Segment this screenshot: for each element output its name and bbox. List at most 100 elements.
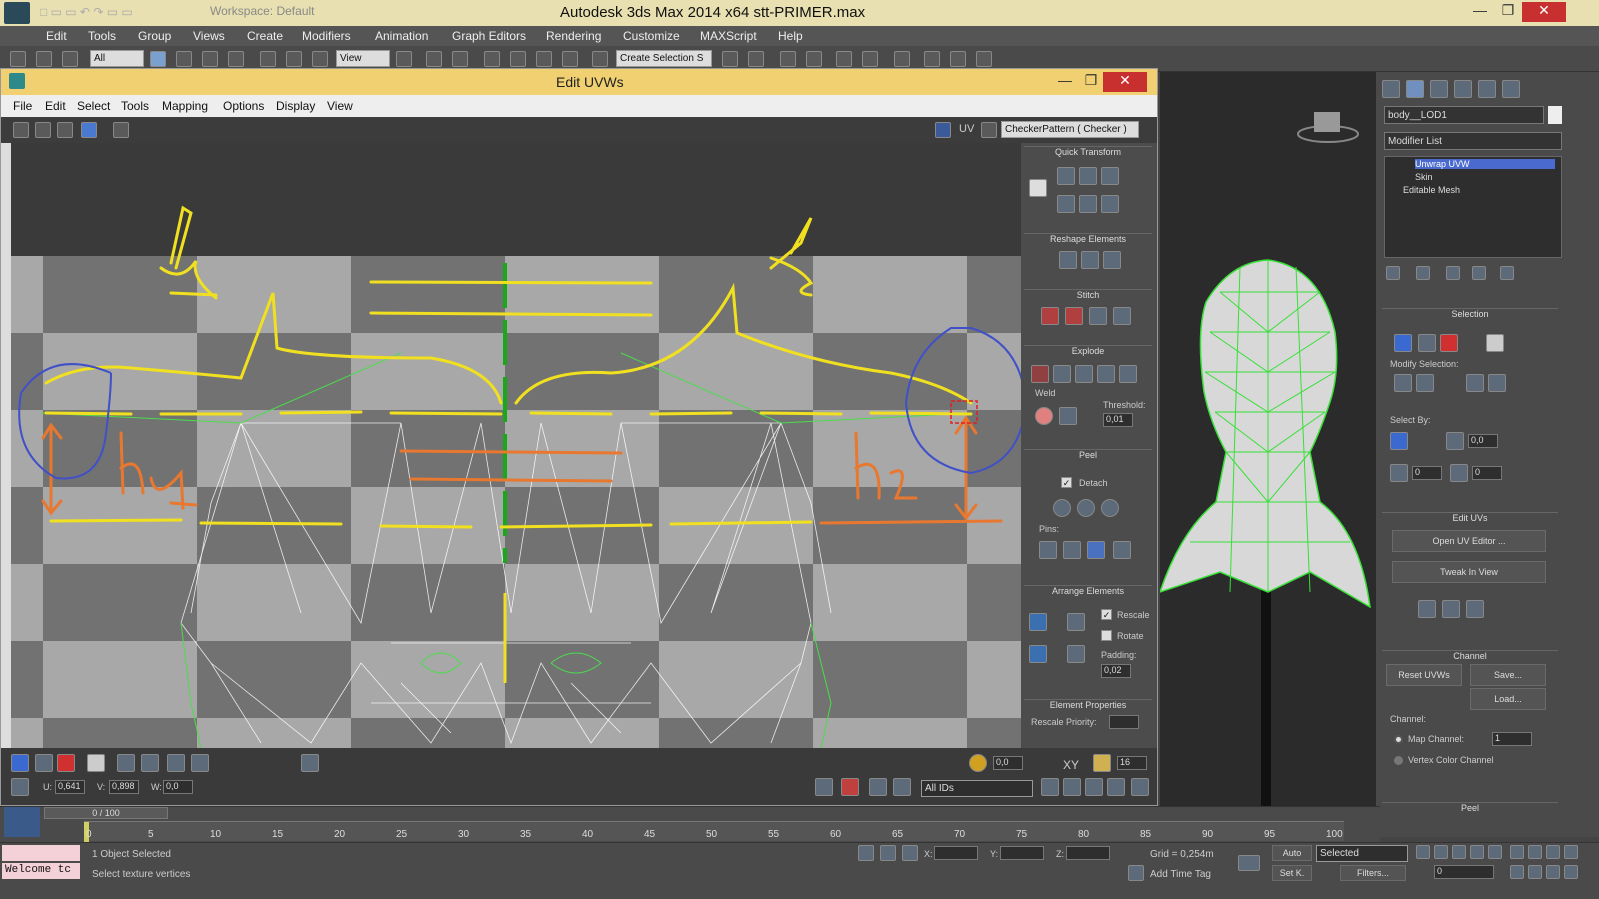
polygon-mode-button[interactable] [57, 754, 75, 772]
grid-snap-button[interactable] [1093, 754, 1111, 772]
element-subobject-button[interactable] [1486, 334, 1504, 352]
pin-selected-button[interactable] [1039, 541, 1057, 559]
show-end-result-icon[interactable] [1416, 266, 1430, 280]
map-channel-radio[interactable] [1394, 735, 1403, 744]
pelt-map-button[interactable] [1077, 499, 1095, 517]
maximize-viewport-icon[interactable] [1564, 865, 1578, 879]
quick-planar-align-icon[interactable] [1466, 600, 1484, 618]
load-uvw-button[interactable]: Load... [1470, 688, 1546, 710]
head-mesh[interactable] [1158, 259, 1371, 609]
straighten-selection-button[interactable] [1059, 251, 1077, 269]
menu-animation[interactable]: Animation [375, 29, 428, 43]
select-by-element-button[interactable] [1390, 432, 1408, 450]
quick-planar-axis-icon[interactable] [1442, 600, 1460, 618]
checker-pattern-dropdown[interactable]: CheckerPattern ( Checker ) [1001, 121, 1139, 138]
zoom-extents-icon[interactable] [1546, 845, 1560, 859]
maxscript-listener[interactable]: Welcome tc [2, 863, 80, 879]
uv-scale-icon[interactable] [57, 122, 73, 138]
play-icon[interactable] [1452, 845, 1466, 859]
set-key-button[interactable]: Set K. [1272, 865, 1312, 881]
weld-selected-button[interactable] [1059, 407, 1077, 425]
curve-editor-icon[interactable] [836, 51, 852, 67]
previous-frame-icon[interactable] [1434, 845, 1448, 859]
absolute-relative-icon[interactable] [902, 845, 918, 861]
select-by-material-button[interactable] [1390, 464, 1408, 482]
pan-view-icon[interactable] [1528, 865, 1542, 879]
auto-key-button[interactable]: Auto [1272, 845, 1312, 861]
rescale-checkbox[interactable]: ✓ [1101, 609, 1112, 620]
menu-edit[interactable]: Edit [46, 29, 67, 43]
set-pivot-button[interactable] [1029, 179, 1047, 197]
flatten-by-material-button[interactable] [1119, 365, 1137, 383]
angle-snap-icon[interactable] [510, 51, 526, 67]
stitch-settings-button[interactable] [1113, 307, 1131, 325]
zoom-all-icon[interactable] [1528, 845, 1542, 859]
rotate-checkbox[interactable] [1101, 630, 1112, 641]
break-button[interactable] [1031, 365, 1049, 383]
align-vertical-button[interactable] [1079, 167, 1097, 185]
vertex-color-channel-radio[interactable] [1394, 756, 1403, 765]
select-object-icon[interactable] [150, 51, 166, 67]
key-icon[interactable] [1238, 855, 1260, 871]
ring-button[interactable] [191, 754, 209, 772]
window-crossing-icon[interactable] [228, 51, 244, 67]
orbit-icon[interactable] [1546, 865, 1560, 879]
loop-button[interactable] [167, 754, 185, 772]
remove-modifier-icon[interactable] [1472, 266, 1486, 280]
select-by-smoothing-button[interactable] [1450, 464, 1468, 482]
uv-menu-select[interactable]: Select [77, 99, 110, 113]
next-frame-icon[interactable] [1470, 845, 1484, 859]
align-straight-button[interactable] [1057, 195, 1075, 213]
maxscript-mini-top[interactable] [2, 845, 80, 861]
loop-select-button[interactable] [1488, 374, 1506, 392]
go-to-start-icon[interactable] [1416, 845, 1430, 859]
mirror-icon[interactable] [722, 51, 738, 67]
target-weld-button[interactable] [1035, 407, 1053, 425]
modifier-list-dropdown[interactable]: Modifier List [1384, 132, 1562, 150]
uv-mirror-icon[interactable] [113, 122, 129, 138]
tweak-in-view-button[interactable]: Tweak In View [1392, 561, 1546, 583]
percent-snap-icon[interactable] [536, 51, 552, 67]
quick-planar-map-icon[interactable] [1418, 600, 1436, 618]
select-by-edge-angle-button[interactable] [1446, 432, 1464, 450]
selection-filter-dropdown[interactable]: All [90, 50, 144, 67]
reset-uvws-button[interactable]: Reset UVWs [1386, 664, 1462, 686]
material-editor-icon[interactable] [894, 51, 910, 67]
link-icon[interactable] [36, 51, 52, 67]
modify-tab-icon[interactable] [1406, 80, 1424, 98]
scale-icon[interactable] [312, 51, 328, 67]
go-to-end-icon[interactable] [1488, 845, 1502, 859]
y-coord-field[interactable] [1000, 846, 1044, 860]
detach-edge-verts-button[interactable] [1053, 365, 1071, 383]
edge-mode-button[interactable] [35, 754, 53, 772]
element-properties-rollout[interactable]: Element Properties [1024, 699, 1152, 713]
stitch-to-target-button[interactable] [1041, 307, 1059, 325]
save-uvw-button[interactable]: Save... [1470, 664, 1546, 686]
uv-freeform-icon[interactable] [81, 122, 97, 138]
layer-manager-icon[interactable] [780, 51, 796, 67]
menu-maxscript[interactable]: MAXScript [700, 29, 757, 43]
display-tab-icon[interactable] [1478, 80, 1496, 98]
snap-toggle-button[interactable] [1131, 778, 1149, 796]
uv-move-icon[interactable] [13, 122, 29, 138]
schematic-view-icon[interactable] [862, 51, 878, 67]
zoom-button[interactable] [1063, 778, 1081, 796]
pack-settings-button[interactable] [1067, 645, 1085, 663]
render-setup-icon[interactable] [924, 51, 940, 67]
field-of-view-icon[interactable] [1510, 865, 1524, 879]
motion-tab-icon[interactable] [1454, 80, 1472, 98]
explode-rollout[interactable]: Explode [1024, 345, 1152, 359]
uv-close-button[interactable]: ✕ [1103, 72, 1147, 92]
zoom-extents-all-icon[interactable] [1564, 845, 1578, 859]
pan-button[interactable] [1041, 778, 1059, 796]
arrange-elements-rollout[interactable]: Arrange Elements [1024, 585, 1152, 599]
render-production-icon[interactable] [976, 51, 992, 67]
edit-uvs-rollout[interactable]: Edit UVs [1382, 512, 1558, 526]
workspace-dropdown[interactable]: Workspace: Default [210, 4, 360, 22]
stack-item-unwrap-uvw[interactable]: Unwrap UVW [1415, 159, 1555, 169]
align-icon[interactable] [748, 51, 764, 67]
filter-selected-faces-button[interactable] [869, 778, 887, 796]
app-logo-icon[interactable] [4, 2, 30, 24]
reference-coordinate-dropdown[interactable]: View [336, 50, 390, 67]
soft-falloff-spinner[interactable]: 0,0 [993, 756, 1023, 770]
